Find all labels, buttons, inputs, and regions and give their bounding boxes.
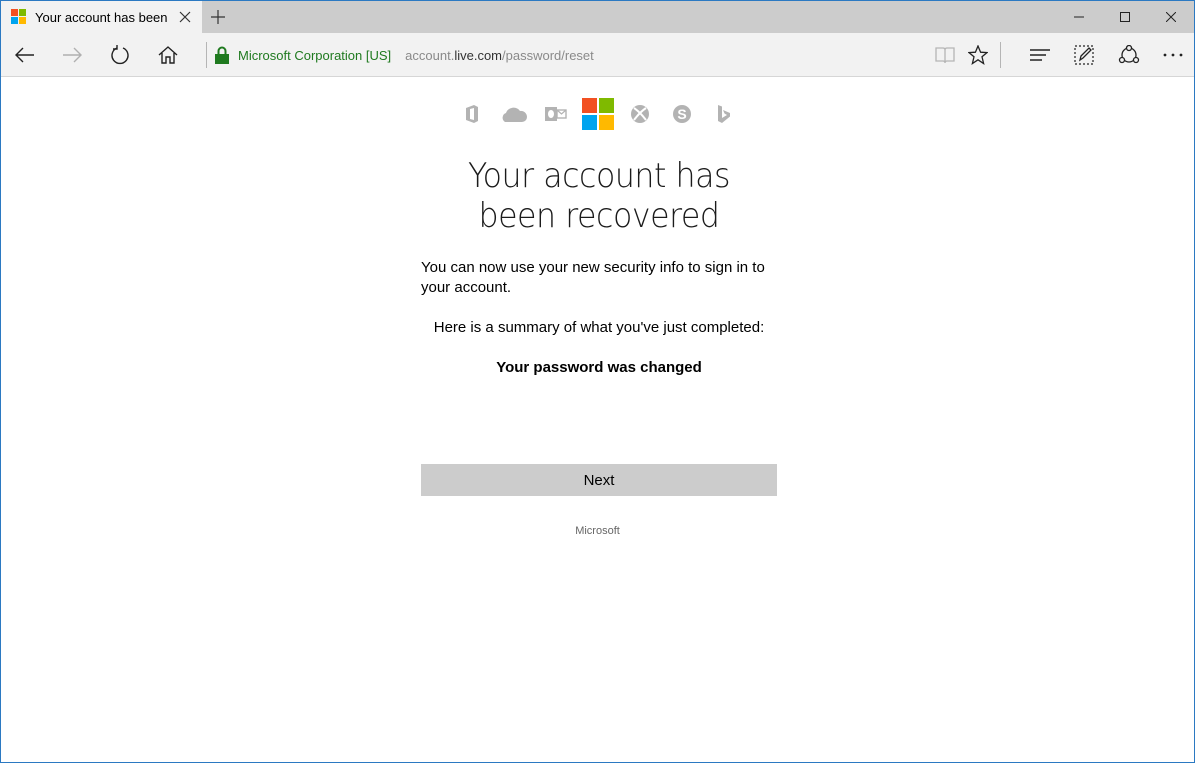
reading-view-button[interactable]	[930, 40, 960, 70]
microsoft-logo-icon	[11, 9, 27, 25]
refresh-button[interactable]	[104, 39, 136, 71]
outlook-icon	[535, 98, 577, 130]
forward-button[interactable]	[56, 39, 88, 71]
close-window-button[interactable]	[1148, 1, 1194, 33]
plus-icon	[211, 10, 225, 24]
page-title: Your account has been recovered	[467, 156, 731, 236]
navigation-bar: Microsoft Corporation [US] account. live.…	[1, 33, 1194, 77]
bing-icon	[703, 98, 745, 130]
certificate-label[interactable]: Microsoft Corporation [US]	[238, 48, 391, 63]
tab-title: Your account has been r	[35, 9, 172, 25]
address-bar[interactable]: Microsoft Corporation [US] account. live.…	[215, 45, 594, 65]
recovery-message: You can now use your new security info t…	[421, 259, 765, 296]
summary-intro: Here is a summary of what you've just co…	[433, 319, 765, 336]
browser-tab-active[interactable]: Your account has been r	[1, 1, 202, 33]
svg-text:S: S	[677, 106, 686, 122]
summary-item: Your password was changed	[496, 359, 702, 376]
url-subdomain: account.	[405, 47, 455, 63]
maximize-button[interactable]	[1102, 1, 1148, 33]
skype-icon: S	[661, 98, 703, 130]
hub-icon	[1030, 49, 1050, 61]
window-controls	[1056, 1, 1194, 33]
product-icon-row: S	[1, 98, 1194, 130]
lock-icon	[215, 46, 229, 64]
share-icon	[1118, 45, 1140, 64]
page-content: S Your account has been recovered You ca…	[1, 78, 1194, 762]
web-note-button[interactable]	[1069, 40, 1099, 70]
office-icon	[451, 98, 493, 130]
back-button[interactable]	[9, 39, 41, 71]
favorite-button[interactable]	[963, 40, 993, 70]
onedrive-icon	[493, 98, 535, 130]
refresh-icon	[111, 45, 129, 65]
tab-close-button[interactable]	[176, 8, 194, 26]
xbox-icon	[619, 98, 661, 130]
minimize-button[interactable]	[1056, 1, 1102, 33]
reading-view-icon	[935, 47, 955, 64]
next-button[interactable]: Next	[421, 464, 777, 496]
more-icon	[1163, 53, 1183, 57]
close-icon	[1166, 12, 1176, 22]
toolbar-divider	[1000, 42, 1001, 68]
hub-button[interactable]	[1025, 40, 1055, 70]
footer-microsoft: Microsoft	[575, 525, 620, 537]
back-arrow-icon	[15, 47, 34, 63]
minimize-icon	[1074, 16, 1084, 18]
star-icon	[968, 45, 988, 65]
nav-divider	[206, 42, 207, 68]
share-button[interactable]	[1114, 40, 1144, 70]
tab-strip: Your account has been r	[1, 1, 1194, 33]
microsoft-logo-icon	[581, 98, 614, 130]
more-button[interactable]	[1158, 40, 1188, 70]
browser-window: Your account has been r Microsoft Corpor…	[0, 0, 1195, 763]
home-button[interactable]	[152, 39, 184, 71]
url-domain: live.com	[454, 47, 503, 63]
web-note-icon	[1074, 45, 1094, 65]
url-path: /password/reset	[502, 47, 594, 63]
home-icon	[158, 46, 178, 64]
close-icon	[179, 11, 191, 23]
new-tab-button[interactable]	[207, 7, 229, 27]
maximize-icon	[1120, 12, 1130, 22]
forward-arrow-icon	[63, 47, 82, 63]
